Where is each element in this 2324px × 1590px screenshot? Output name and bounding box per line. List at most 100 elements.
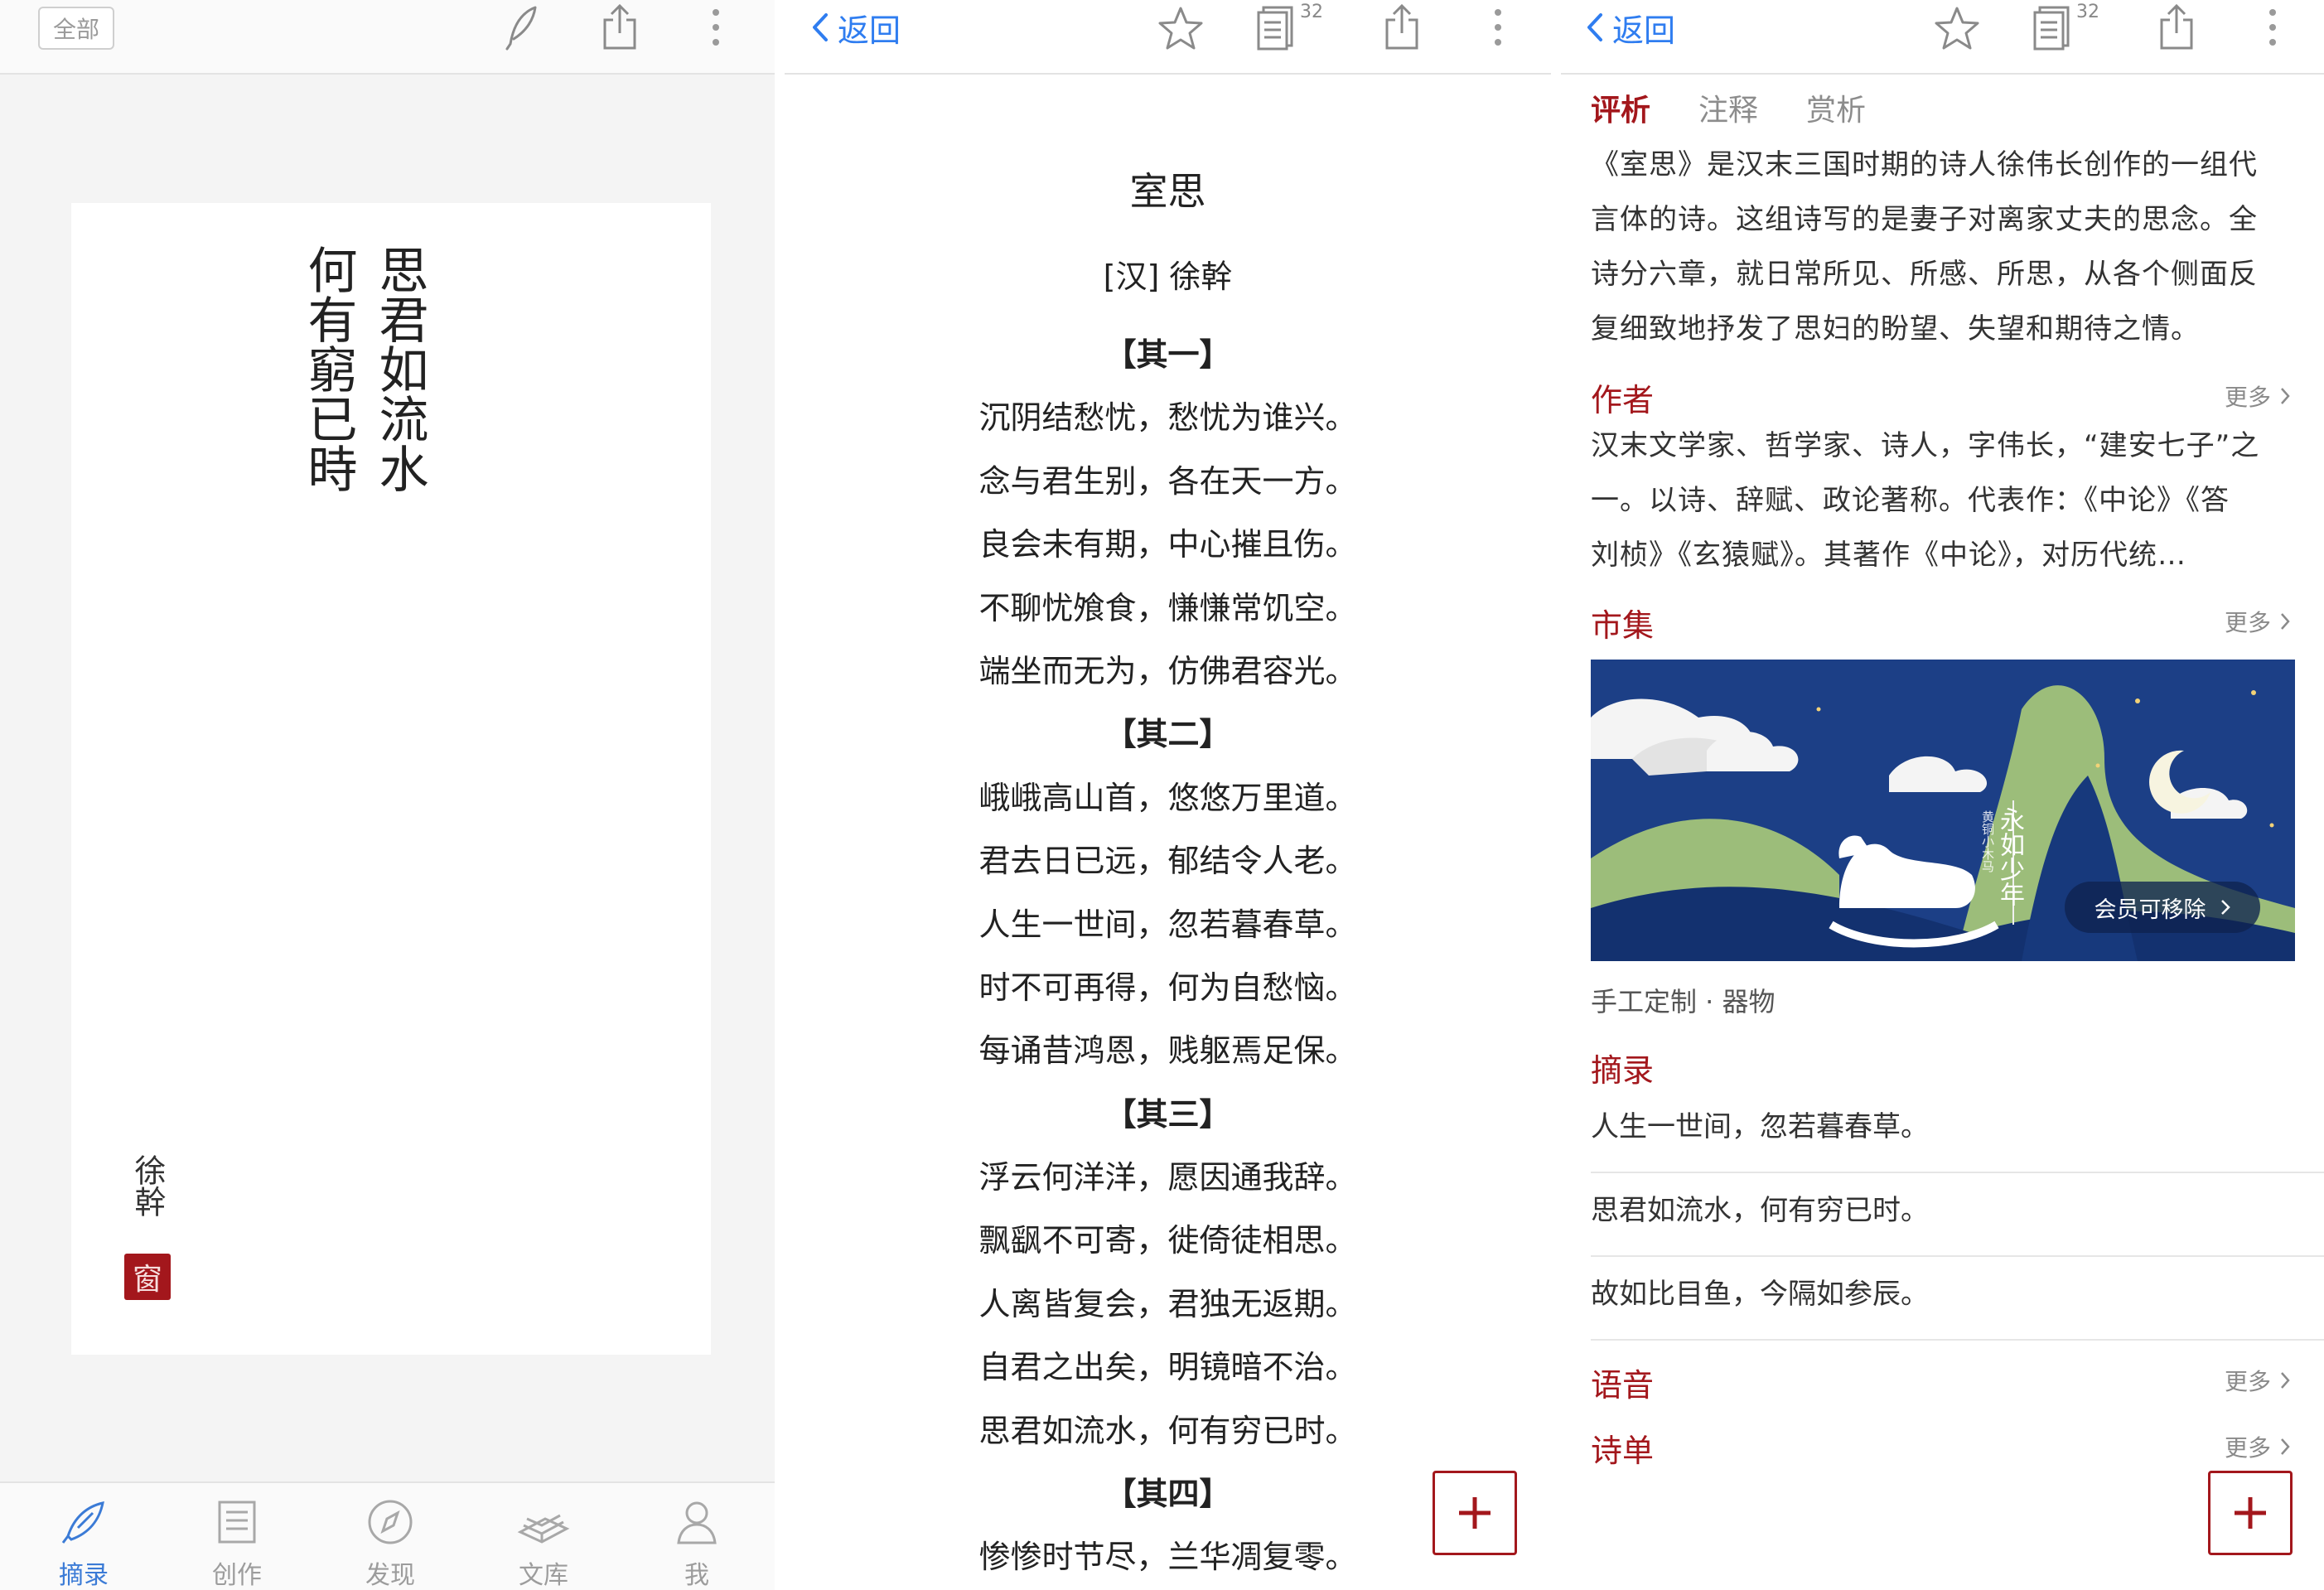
top-bar: 全部 — [0, 0, 775, 75]
quote-column-right: 思君如流水 — [370, 244, 428, 493]
add-button[interactable] — [1433, 1471, 1517, 1555]
analysis-line: 《室思》是汉末三国时期的诗人徐伟长创作的一组代 — [1591, 148, 2258, 181]
poem-line: 浮云何洋洋，愿因通我辞。 — [978, 1159, 1357, 1196]
author-bio-line: 汉末文学家、哲学家、诗人，字伟长，“建安七子”之 — [1591, 429, 2260, 462]
excerpt-item[interactable]: 人生一世间，忽若暮春草。 — [1591, 1090, 2324, 1173]
poem-line: 不聊忧飧食，慊慊常饥空。 — [978, 589, 1357, 626]
tab-create[interactable]: 创作 — [175, 1483, 299, 1590]
filter-all-button[interactable]: 全部 — [38, 7, 114, 50]
analysis-line: 复细致地抒发了思妇的盼望、失望和期待之情。 — [1591, 312, 2200, 346]
quote-card[interactable]: 思君如流水 何有窮已時 徐幹 窗 — [71, 203, 711, 1355]
excerpt-heading: 摘录 — [1591, 1052, 1655, 1089]
list-icon[interactable] — [1254, 3, 1297, 53]
more-label: 更多 — [2224, 609, 2271, 636]
share-icon[interactable] — [593, 0, 646, 55]
tab-analysis[interactable]: 评析 — [1591, 86, 1650, 129]
remove-ad-label: 会员可移除 — [2094, 896, 2206, 923]
books-icon — [517, 1495, 570, 1549]
poem-line: 峨峨高山首，悠悠万里道。 — [978, 779, 1357, 816]
back-label: 返回 — [1612, 12, 1676, 49]
person-icon — [675, 1495, 718, 1549]
star-icon[interactable] — [1930, 2, 1983, 55]
banner-caption: 手工定制 · 器物 — [1591, 986, 1776, 1017]
chevron-right-icon — [2281, 1372, 2290, 1389]
excerpt-item[interactable]: 故如比目鱼，今隔如参辰。 — [1591, 1258, 2324, 1341]
voice-more-link[interactable]: 更多 — [2225, 1364, 2291, 1397]
quote-column-left: 何有窮已時 — [299, 244, 357, 493]
seal-stamp: 窗 — [124, 1254, 171, 1300]
top-bar: 返回 32 — [1561, 0, 2324, 75]
author-bio[interactable]: 汉末文学家、哲学家、诗人，字伟长，“建安七子”之 一。以诗、辞赋、政论著称。代表… — [1591, 418, 2303, 582]
plus-icon — [1459, 1497, 1491, 1529]
poem-list-heading: 诗单 — [1591, 1433, 1655, 1469]
poem-line: 君去日已远，郁结令人老。 — [978, 843, 1357, 880]
more-label: 更多 — [2224, 384, 2271, 411]
tab-label: 摘录 — [59, 1561, 109, 1590]
more-vertical-icon[interactable] — [701, 0, 731, 55]
list-icon[interactable] — [2030, 3, 2073, 53]
poem-author: [汉] 徐幹 — [1103, 259, 1233, 295]
tab-label: 文库 — [519, 1561, 568, 1590]
poem-line: 思君如流水，何有穷已时。 — [978, 1412, 1357, 1449]
tab-excerpts[interactable]: 摘录 — [22, 1483, 146, 1590]
poem-title: 室思 — [1129, 169, 1206, 214]
poem-detail-screen: 返回 32 评析 注释 赏析 《室思》是汉末三国时期的诗人徐伟长创作的一组代 言… — [1561, 0, 2324, 1590]
card-author: 徐幹 — [129, 1154, 166, 1217]
market-heading: 市集 — [1591, 607, 1655, 644]
poem-section-heading: 【其三】 — [1104, 1095, 1231, 1133]
more-label: 更多 — [2224, 1434, 2271, 1462]
add-button[interactable] — [2208, 1471, 2293, 1555]
poem-section-heading: 【其二】 — [1104, 716, 1231, 753]
author-heading: 作者 — [1591, 382, 1655, 418]
market-more-link[interactable]: 更多 — [2225, 605, 2291, 638]
tab-appreciation[interactable]: 赏析 — [1806, 86, 1866, 129]
more-vertical-icon[interactable] — [2260, 0, 2285, 55]
banner-subtitle: 黄铜小木马 — [1980, 810, 1995, 872]
star-icon[interactable] — [1154, 2, 1207, 55]
poem-line: 良会未有期，中心摧且伤。 — [978, 526, 1357, 563]
chevron-left-icon — [813, 13, 828, 41]
poem-line: 飘飖不可寄，徙倚徒相思。 — [978, 1222, 1357, 1259]
voice-heading: 语音 — [1591, 1367, 1655, 1404]
bottom-tab-bar: 摘录 创作 发现 文库 我 — [0, 1481, 775, 1590]
market-banner[interactable]: 永如少年 黄铜小木马 会员可移除 — [1591, 660, 2295, 961]
tab-label: 发现 — [365, 1561, 415, 1590]
poem-line: 沉阴结愁忧，愁忧为谁兴。 — [978, 399, 1357, 437]
remove-ad-button[interactable]: 会员可移除 — [2065, 882, 2260, 933]
poem-line: 自君之出矣，明镜暗不治。 — [978, 1349, 1357, 1386]
tab-discover[interactable]: 发现 — [328, 1483, 452, 1590]
excerpt-item[interactable]: 思君如流水，何有穷已时。 — [1591, 1174, 2324, 1257]
tab-library[interactable]: 文库 — [481, 1483, 606, 1590]
quill-icon[interactable] — [497, 0, 547, 55]
share-icon[interactable] — [1376, 0, 1428, 55]
poem-line: 每诵昔鸿恩，贱躯焉足保。 — [978, 1032, 1357, 1070]
list-count-badge: 32 — [1300, 2, 1323, 22]
poem-section-heading: 【其一】 — [1104, 336, 1231, 373]
poem-line: 人离皆复会，君独无返期。 — [978, 1285, 1357, 1322]
chevron-right-icon — [2281, 1438, 2290, 1455]
author-bio-line: 刘桢》《玄猿赋》。其著作《中论》，对历代统… — [1591, 539, 2186, 572]
back-button[interactable]: 返回 — [1586, 0, 1675, 55]
quill-icon — [60, 1495, 108, 1549]
tab-me[interactable]: 我 — [635, 1483, 759, 1590]
share-icon[interactable] — [2151, 0, 2202, 55]
poem-line: 端坐而无为，仿佛君容光。 — [978, 652, 1357, 689]
poem-line: 人生一世间，忽若暮春草。 — [978, 906, 1357, 943]
chevron-right-icon — [2281, 388, 2290, 404]
more-vertical-icon[interactable] — [1486, 0, 1510, 55]
analysis-text: 《室思》是汉末三国时期的诗人徐伟长创作的一组代 言体的诗。这组诗写的是妻子对离家… — [1591, 138, 2303, 356]
tab-label: 创作 — [212, 1561, 262, 1590]
poem-body: 【其一】 沉阴结愁忧，愁忧为谁兴。 念与君生别，各在天一方。 良会未有期，中心摧且伤。… — [785, 323, 1551, 1589]
back-button[interactable]: 返回 — [811, 0, 901, 55]
banner-title: 永如少年 — [1995, 807, 2024, 906]
poem-list-more-link[interactable]: 更多 — [2225, 1430, 2291, 1463]
detail-tabs: 评析 注释 赏析 — [1591, 86, 1866, 129]
compass-icon — [366, 1495, 414, 1549]
excerpts-screen: 全部 思君如流水 何有窮已時 徐幹 窗 摘录 创作 发现 文库 我 — [0, 0, 775, 1590]
back-label: 返回 — [838, 12, 901, 49]
tab-notes[interactable]: 注释 — [1698, 86, 1758, 129]
more-label: 更多 — [2224, 1368, 2271, 1395]
chevron-left-icon — [1587, 13, 1602, 41]
author-more-link[interactable]: 更多 — [2225, 379, 2291, 413]
analysis-line: 言体的诗。这组诗写的是妻子对离家丈夫的思念。全 — [1591, 203, 2258, 236]
